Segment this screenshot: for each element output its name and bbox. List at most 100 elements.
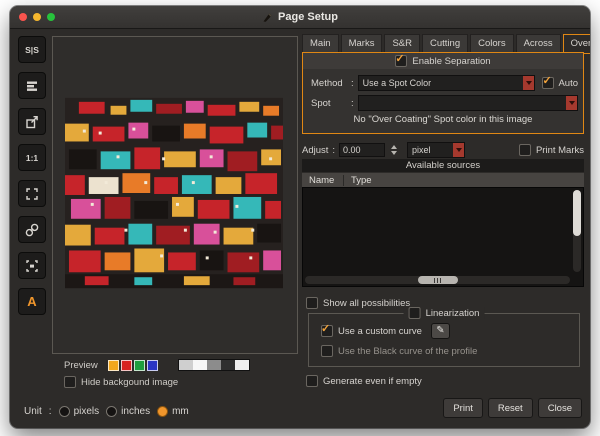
ink-swatch [133,359,145,371]
adjust-unit-dropdown[interactable]: pixel [407,142,466,158]
preview-legend: Preview [64,359,250,371]
title-area: Page Setup [10,6,590,28]
text-tool-button[interactable]: A [18,288,46,315]
sources-table-header: Name Type [302,173,584,187]
preview-image [65,97,283,289]
column-name[interactable]: Name [302,175,343,186]
checkbox-box [408,307,421,319]
spot-dropdown[interactable] [357,95,578,111]
ink-swatch [107,359,119,371]
black-curve-checkbox[interactable]: Use the Black curve of the profile [321,345,477,357]
fit-screen-icon [26,187,38,200]
checkbox-box [306,375,318,387]
unit-option-mm[interactable]: mm [157,406,189,417]
export-button[interactable] [18,108,46,135]
colon: : [351,77,354,89]
settings-tabs: Main Marks S&R Cutting Colors Across Ove… [302,34,590,54]
grayscale-strip [177,359,250,371]
unit-option-label: pixels [73,406,100,417]
actual-size-button[interactable]: 1:1 [18,144,46,171]
adjust-label: Adjust [302,144,329,156]
show-all-possibilities-checkbox[interactable]: Show all possibilities [306,297,410,309]
compare-view-button[interactable]: S|S [18,36,46,63]
unit-label: Unit [24,406,42,417]
checkbox-box [518,144,531,156]
custom-curve-label: Use a custom curve [338,325,422,337]
adjust-stepper[interactable] [391,145,398,155]
checkbox-box [64,376,76,388]
page-setup-window: Page Setup S|S 1:1 A Preview Hide backgo… [10,6,590,428]
no-spot-color-note: No "Over Coating" Spot color in this ima… [353,114,533,125]
vertical-scrollbar-thumb[interactable] [573,190,581,236]
text-tool-label: A [27,294,37,309]
print-button[interactable]: Print [443,398,483,418]
linearization-label: Linearization [425,307,480,319]
method-label: Method [311,77,343,89]
step-up-icon [391,145,398,149]
linearization-checkbox[interactable]: Linearization [403,307,485,319]
spot-row: Spot : [311,95,578,111]
compare-view-label: S|S [25,44,39,55]
enable-separation-checkbox[interactable]: Enable Separation [303,52,583,69]
auto-label: Auto [558,77,578,89]
ink-swatch [146,359,158,371]
print-marks-label: Print Marks [535,144,584,156]
checkbox-box [321,345,333,357]
selection-button[interactable] [18,252,46,279]
tab-marks[interactable]: Marks [340,34,383,54]
export-icon [26,115,38,128]
app-icon [263,12,272,22]
adjust-value-input[interactable] [339,143,386,157]
print-marks-checkbox[interactable]: Print Marks [518,144,584,156]
unit-option-pixels[interactable]: pixels [58,406,100,417]
method-dropdown[interactable]: Use a Spot Color [357,75,536,91]
fit-screen-button[interactable] [18,180,46,207]
preview-canvas[interactable] [52,36,298,354]
available-sources-header: Available sources [302,159,584,172]
unit-option-label: mm [172,406,189,417]
checkbox-box [306,297,318,309]
dropdown-arrow-icon[interactable] [566,96,577,110]
ink-swatch [120,359,132,371]
edit-curve-button[interactable]: ✎ [430,323,450,339]
vertical-scrollbar[interactable] [573,190,581,272]
radio-button [106,406,118,417]
window-title: Page Setup [278,11,338,23]
layout-button[interactable] [18,72,46,99]
black-curve-label: Use the Black curve of the profile [338,345,478,357]
titlebar: Page Setup [10,6,590,29]
checkbox-box-checked [395,52,408,67]
checkbox-box-checked [542,74,555,89]
dropdown-arrow-icon[interactable] [523,76,535,90]
auto-checkbox[interactable]: Auto [542,74,578,89]
link-button[interactable] [18,216,46,243]
unit-option-inches[interactable]: inches [106,406,150,417]
tab-over-coating[interactable]: Over Coating [562,34,590,54]
horizontal-scrollbar[interactable] [305,276,570,284]
method-value: Use a Spot Color [362,78,432,88]
linearization-group: Linearization Use a custom curve ✎ Use t… [308,307,580,367]
reset-button[interactable]: Reset [487,398,533,418]
gray-segment [192,360,207,370]
dropdown-arrow-icon[interactable] [453,143,465,157]
tab-main[interactable]: Main [302,34,339,54]
hide-background-checkbox[interactable]: Hide backgound image [64,376,178,388]
column-type[interactable]: Type [343,174,372,186]
checkbox-box-checked [321,322,333,337]
colon: : [332,144,336,156]
sources-table[interactable] [302,187,584,287]
enable-separation-label: Enable Separation [412,55,491,67]
close-button[interactable]: Close [537,398,582,418]
step-down-icon [391,151,398,155]
tab-sr[interactable]: S&R [384,34,421,54]
colon: : [48,406,52,417]
tab-cutting[interactable]: Cutting [422,34,469,54]
tab-colors[interactable]: Colors [470,34,514,54]
custom-curve-checkbox[interactable]: Use a custom curve ✎ [321,322,450,339]
tab-across[interactable]: Across [515,34,561,54]
hide-background-label: Hide backgound image [81,376,179,388]
radio-button-selected [157,406,169,417]
footer-buttons: Print Reset Close [443,398,582,418]
generate-even-if-empty-checkbox[interactable]: Generate even if empty [306,375,422,387]
horizontal-scrollbar-thumb[interactable] [417,276,458,284]
